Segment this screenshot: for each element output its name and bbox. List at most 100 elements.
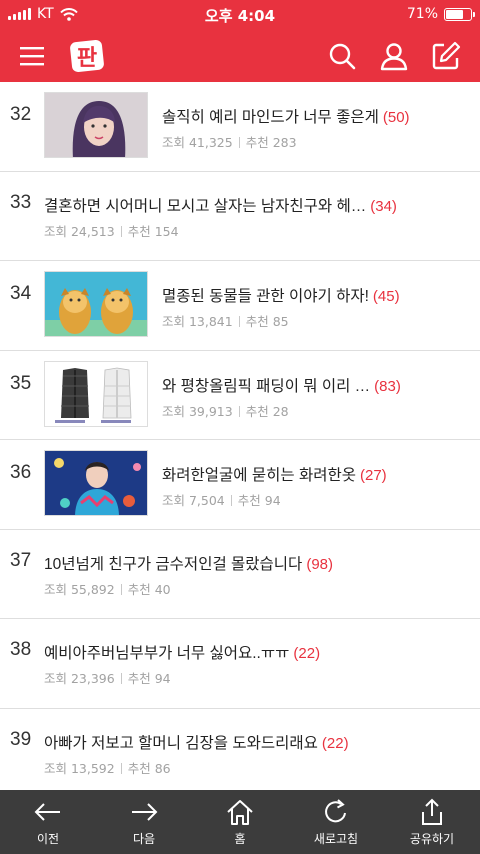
- view-count: 조회 13,592: [44, 760, 115, 776]
- post-title[interactable]: 멸종된 동물들 관한 이야기 하자! (45): [162, 284, 400, 306]
- post-meta: 조회 7,504 추천 94: [162, 490, 281, 509]
- recommend-count: 추천 28: [245, 403, 289, 419]
- pann-logo[interactable]: 판: [68, 36, 108, 76]
- meta-divider: [120, 673, 122, 684]
- post-title-text: 멸종된 동물들 관한 이야기 하자!: [162, 288, 369, 305]
- app-header: 판: [0, 30, 480, 82]
- meta-divider: [120, 762, 122, 774]
- nav-home[interactable]: 홈: [192, 790, 288, 854]
- rank-number: 39: [10, 728, 32, 750]
- ranking-list: 32 솔직히 예리 마인드가 너무 좋은게 (50) 조회 41,325 추천 283 3…: [0, 82, 480, 790]
- battery-icon: [444, 7, 475, 21]
- comment-count: (27): [360, 467, 387, 484]
- post-title[interactable]: 솔직히 예리 마인드가 너무 좋은게 (50): [162, 105, 410, 127]
- write-icon[interactable]: [430, 40, 462, 72]
- post-title[interactable]: 와 평창올림픽 패딩이 뭐 이리 … (83): [162, 374, 401, 396]
- meta-divider: [120, 225, 122, 237]
- post-meta: 조회 13,592 추천 86: [44, 758, 171, 777]
- post-meta: 조회 13,841 추천 85: [162, 311, 289, 330]
- post-title-text: 와 평창올림픽 패딩이 뭐 이리 …: [162, 377, 371, 395]
- post-title-text: 결혼하면 시어머니 모시고 살자는 남자친구와 헤…: [44, 197, 367, 215]
- hamburger-menu-icon[interactable]: [18, 44, 46, 68]
- refresh-icon: [325, 799, 346, 823]
- post-title-text: 아빠가 저보고 할머니 김장을 도와드리래요: [44, 734, 318, 752]
- thumbnail-image: [44, 92, 148, 158]
- nav-forward[interactable]: 다음: [96, 790, 192, 854]
- comment-count: (83): [374, 377, 401, 395]
- post-title-text: 솔직히 예리 마인드가 너무 좋은게: [162, 109, 379, 126]
- recommend-count: 추천 94: [237, 493, 281, 508]
- comment-count: (22): [321, 734, 349, 752]
- post-title-text: 10년넘게 친구가 금수저인걸 몰랐습니다: [44, 555, 303, 573]
- post-title-text: 화려한얼굴에 묻히는 화려한옷: [162, 467, 356, 484]
- logo-text: 판: [77, 46, 97, 71]
- share-icon: [422, 798, 442, 825]
- rank-number: 33: [10, 191, 32, 213]
- meta-divider: [238, 405, 240, 417]
- comment-count: (22): [293, 645, 321, 662]
- recommend-count: 추천 86: [127, 760, 171, 776]
- recommend-count: 추천 94: [127, 671, 171, 686]
- post-title-text: 예비아주버님부부가 너무 싫어요..ㅠㅠ: [44, 645, 290, 662]
- post-meta: 조회 41,325 추천 283: [162, 132, 297, 151]
- meta-divider: [238, 316, 240, 327]
- post-title[interactable]: 10년넘게 친구가 금수저인걸 몰랐습니다 (98): [44, 552, 333, 574]
- arrow-left-icon: [34, 803, 60, 821]
- nav-back[interactable]: 이전: [0, 790, 96, 854]
- view-count: 조회 55,892: [44, 581, 115, 597]
- meta-divider: [230, 495, 232, 506]
- rank-number: 35: [10, 372, 32, 394]
- nav-share[interactable]: 공유하기: [384, 790, 480, 854]
- view-count: 조회 23,396: [44, 671, 115, 686]
- rank-number: 36: [10, 462, 32, 483]
- recommend-count: 추천 283: [245, 135, 297, 150]
- rank-number: 34: [10, 283, 32, 304]
- list-item[interactable]: 33 결혼하면 시어머니 모시고 살자는 남자친구와 헤… (34) 조회 24,51…: [0, 172, 480, 261]
- thumbnail-image: [44, 360, 148, 427]
- thumbnail-image: [44, 271, 148, 337]
- list-item[interactable]: 36 화려한얼굴에 묻히는 화려한옷 (27) 조회 7,504 추천 94: [0, 440, 480, 530]
- meta-divider: [120, 583, 122, 595]
- list-item[interactable]: 35 와 평창올림픽 패딩이 뭐 이리 … (83) 조회 39,913 추천 28: [0, 351, 480, 440]
- rank-number: 37: [10, 549, 32, 571]
- list-item[interactable]: 39 아빠가 저보고 할머니 김장을 도와드리래요 (22) 조회 13,592 추천 …: [0, 709, 480, 791]
- rank-number: 38: [10, 639, 32, 660]
- arrow-right-icon: [132, 803, 158, 821]
- user-icon[interactable]: [378, 40, 410, 72]
- post-title[interactable]: 화려한얼굴에 묻히는 화려한옷 (27): [162, 463, 387, 485]
- post-meta: 조회 55,892 추천 40: [44, 579, 171, 598]
- meta-divider: [238, 137, 240, 148]
- nav-share-label: 공유하기: [409, 832, 455, 846]
- post-meta: 조회 39,913 추천 28: [162, 401, 289, 420]
- view-count: 조회 13,841: [162, 314, 233, 329]
- comment-count: (34): [370, 197, 397, 215]
- comment-count: (98): [306, 555, 334, 573]
- post-title[interactable]: 예비아주버님부부가 너무 싫어요..ㅠㅠ (22): [44, 641, 320, 663]
- recommend-count: 추천 40: [127, 581, 171, 597]
- recommend-count: 추천 154: [127, 223, 179, 239]
- view-count: 조회 39,913: [162, 403, 233, 419]
- comment-count: (50): [382, 109, 410, 126]
- nav-refresh[interactable]: 새로고침: [288, 790, 384, 854]
- list-item[interactable]: 37 10년넘게 친구가 금수저인걸 몰랐습니다 (98) 조회 55,892 추천 4…: [0, 530, 480, 619]
- status-right: 71%: [406, 6, 475, 22]
- nav-home-label: 홈: [234, 832, 246, 846]
- view-count: 조회 41,325: [162, 135, 233, 150]
- view-count: 조회 7,504: [162, 493, 225, 508]
- thumbnail-image: [44, 450, 148, 516]
- post-title[interactable]: 결혼하면 시어머니 모시고 살자는 남자친구와 헤… (34): [44, 194, 397, 216]
- list-item[interactable]: 38 예비아주버님부부가 너무 싫어요..ㅠㅠ (22) 조회 23,396 추천 94: [0, 619, 480, 709]
- search-icon[interactable]: [326, 40, 358, 72]
- nav-back-label: 이전: [36, 832, 60, 846]
- list-item[interactable]: 34 멸종된 동물들 관한 이야기 하자! (45) 조회 13,841 추천 85: [0, 261, 480, 351]
- battery-percent: 71%: [406, 6, 438, 22]
- view-count: 조회 24,513: [44, 223, 115, 239]
- home-icon: [227, 800, 253, 825]
- post-meta: 조회 24,513 추천 154: [44, 221, 179, 240]
- recommend-count: 추천 85: [245, 314, 289, 329]
- list-item[interactable]: 32 솔직히 예리 마인드가 너무 좋은게 (50) 조회 41,325 추천 283: [0, 82, 480, 172]
- rank-number: 32: [10, 104, 32, 125]
- status-bar: KT 오후 4:04 71%: [0, 0, 480, 30]
- post-title[interactable]: 아빠가 저보고 할머니 김장을 도와드리래요 (22): [44, 731, 349, 753]
- comment-count: (45): [372, 288, 400, 305]
